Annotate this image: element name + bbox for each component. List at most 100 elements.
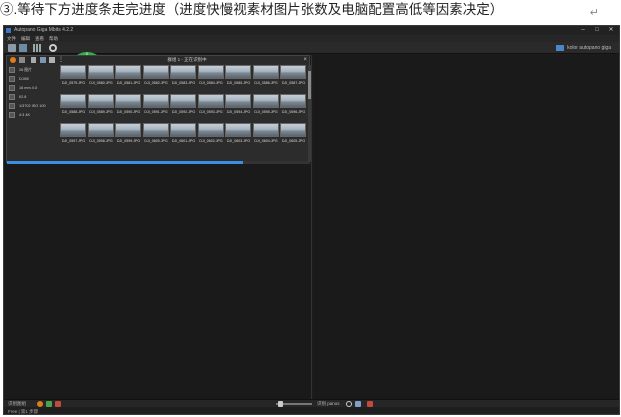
app-window: Autopano Giga Mbits 4.2.2 – □ ✕ 文件 编辑 查看… bbox=[3, 25, 620, 415]
instruction-caption: ③.等待下方进度条走完进度（进度快慢视素材图片张数及电脑配置高低等因素决定） ↵ bbox=[0, 0, 621, 22]
image-thumbnail[interactable] bbox=[115, 123, 141, 137]
status-bar: Free | 第1 步骤 bbox=[4, 407, 619, 414]
image-group-panel: ⋮ 群组 1 - 正在识别中 × 26 图片 DJI00 16 mm 4:3 f… bbox=[6, 55, 311, 163]
image-thumbnail[interactable] bbox=[115, 94, 141, 108]
image-thumbnail[interactable] bbox=[142, 94, 169, 108]
size-icon bbox=[9, 112, 15, 118]
return-mark: ↵ bbox=[589, 7, 599, 19]
wrench-icon[interactable] bbox=[31, 57, 36, 63]
thumbnail-filename: DJI_0589.JPG bbox=[89, 110, 113, 114]
image-thumbnail[interactable] bbox=[142, 123, 169, 137]
main-toolbar: i kolor autopano giga bbox=[4, 42, 619, 118]
image-thumbnail[interactable] bbox=[170, 65, 196, 79]
maximize-button[interactable]: □ bbox=[591, 26, 603, 35]
detect-grid-icon[interactable] bbox=[33, 44, 41, 52]
image-thumbnail[interactable] bbox=[87, 123, 114, 137]
thumbnail-scrollbar[interactable] bbox=[308, 65, 311, 162]
progress-fill bbox=[7, 161, 244, 164]
group-toolbar: ⋮ 群组 1 - 正在识别中 × bbox=[7, 56, 309, 64]
thumbnail-filename: DJI_0585.JPG bbox=[226, 81, 251, 85]
image-count-icon bbox=[9, 67, 15, 73]
aperture-icon bbox=[9, 94, 15, 100]
info-text: DJI00 bbox=[19, 77, 29, 81]
page: ③.等待下方进度条走完进度（进度快慢视素材图片张数及电脑配置高低等因素决定） ↵… bbox=[0, 0, 621, 417]
image-thumbnail[interactable] bbox=[252, 65, 279, 79]
window-title: Autopano Giga Mbits 4.2.2 bbox=[14, 27, 74, 33]
thumbnail-filename: DJI_0593.JPG bbox=[199, 110, 223, 114]
image-thumbnail[interactable] bbox=[60, 94, 86, 108]
image-thumbnail[interactable] bbox=[197, 123, 224, 137]
image-thumbnail[interactable] bbox=[280, 123, 306, 137]
image-thumbnail[interactable] bbox=[225, 94, 251, 108]
more-options-icon[interactable]: ⋮ bbox=[58, 57, 64, 63]
thumbnail-filename: DJI_0583.JPG bbox=[171, 81, 196, 85]
image-thumbnail[interactable] bbox=[252, 94, 279, 108]
info-text: 1/3702 ISO 100 bbox=[19, 104, 46, 108]
panel-close-icon[interactable]: × bbox=[303, 56, 307, 64]
caption-text: ③.等待下方进度条走完进度（进度快慢视素材图片张数及电脑配置高低等因素决定） bbox=[0, 2, 504, 17]
scrollbar-thumb[interactable] bbox=[308, 71, 311, 99]
image-thumbnail[interactable] bbox=[252, 123, 279, 137]
edit-group-icon[interactable] bbox=[19, 57, 25, 63]
menu-edit[interactable]: 编辑 bbox=[21, 35, 30, 42]
brand-logo: kolor autopano giga bbox=[556, 44, 611, 52]
import-images-icon[interactable] bbox=[19, 44, 27, 52]
groups-panel: ⋮ 群组 1 - 正在识别中 × 26 图片 DJI00 16 mm 4:3 f… bbox=[4, 55, 312, 399]
remove-group-icon[interactable] bbox=[10, 57, 16, 63]
image-thumbnail[interactable] bbox=[60, 123, 86, 137]
thumbnail-filename: DJI_0601.JPG bbox=[171, 139, 196, 143]
thumbnail-filename: DJI_0591.JPG bbox=[144, 110, 168, 114]
menu-view[interactable]: 查看 bbox=[35, 35, 44, 42]
info-row: 1/3702 ISO 100 bbox=[9, 102, 57, 110]
thumbnail-filename: DJI_0603.JPG bbox=[226, 139, 251, 143]
thumbnail-filename: DJI_0590.JPG bbox=[116, 110, 141, 114]
image-thumbnail[interactable] bbox=[280, 94, 306, 108]
image-thumbnail[interactable] bbox=[170, 123, 196, 137]
thumbnail-filename: DJI_0592.JPG bbox=[171, 110, 196, 114]
thumbnail-filename: DJI_0586.JPG bbox=[254, 81, 278, 85]
thumbnail-filename: DJI_0595.JPG bbox=[254, 110, 278, 114]
settings-gear-icon[interactable] bbox=[49, 44, 57, 52]
thumbnail-grid: DJI_0579.JPG DJI_0580.JPG DJI_0581.JPG DJI_… bbox=[60, 65, 307, 162]
thumbnail-filename: DJI_0584.JPG bbox=[199, 81, 223, 85]
panoramas-panel bbox=[313, 55, 619, 399]
thumbnail-filename: DJI_0605.JPG bbox=[281, 139, 306, 143]
thumbnail-filename: DJI_0581.JPG bbox=[116, 81, 141, 85]
info-row: f/2.8 bbox=[9, 93, 57, 101]
thumbnail-size-slider[interactable] bbox=[276, 401, 312, 407]
thumbnail-filename: DJI_0580.JPG bbox=[89, 81, 113, 85]
menu-help[interactable]: 帮助 bbox=[49, 35, 58, 42]
group-title: 群组 1 - 正在识别中 bbox=[167, 57, 207, 62]
menu-bar: 文件 编辑 查看 帮助 bbox=[4, 35, 619, 42]
image-thumbnail[interactable] bbox=[87, 94, 114, 108]
image-thumbnail[interactable] bbox=[87, 65, 114, 79]
progress-bar bbox=[7, 161, 310, 164]
info-text: 16 mm 4:3 bbox=[19, 86, 37, 90]
image-thumbnail[interactable] bbox=[60, 65, 86, 79]
image-thumbnail[interactable] bbox=[115, 65, 141, 79]
info-text: f/2.8 bbox=[19, 95, 27, 99]
image-thumbnail[interactable] bbox=[197, 65, 224, 79]
info-row: 4:3 4K bbox=[9, 111, 57, 119]
image-thumbnail[interactable] bbox=[225, 123, 251, 137]
focal-icon bbox=[9, 85, 15, 91]
thumbnail-filename: DJI_0598.JPG bbox=[89, 139, 113, 143]
bottom-bar: 识别图组 识别 panos bbox=[4, 399, 619, 407]
minimize-button[interactable]: – bbox=[577, 26, 589, 35]
group-info-list: 26 图片 DJI00 16 mm 4:3 f/2.8 1/3702 ISO 1… bbox=[9, 66, 57, 132]
tag-icon[interactable] bbox=[49, 57, 55, 63]
kolor-logo-icon bbox=[556, 44, 565, 51]
image-view-icon[interactable] bbox=[40, 57, 46, 63]
thumbnail-filename: DJI_0587.JPG bbox=[281, 81, 306, 85]
image-thumbnail[interactable] bbox=[225, 65, 251, 79]
menu-file[interactable]: 文件 bbox=[7, 35, 16, 42]
image-thumbnail[interactable] bbox=[197, 94, 224, 108]
image-thumbnail[interactable] bbox=[280, 65, 306, 79]
thumbnail-filename: DJI_0579.JPG bbox=[61, 81, 86, 85]
image-thumbnail[interactable] bbox=[142, 65, 169, 79]
open-folder-icon[interactable] bbox=[8, 44, 16, 52]
thumbnail-filename: DJI_0594.JPG bbox=[226, 110, 251, 114]
close-button[interactable]: ✕ bbox=[605, 26, 617, 35]
image-thumbnail[interactable] bbox=[170, 94, 196, 108]
brand-text: kolor autopano giga bbox=[567, 45, 611, 51]
